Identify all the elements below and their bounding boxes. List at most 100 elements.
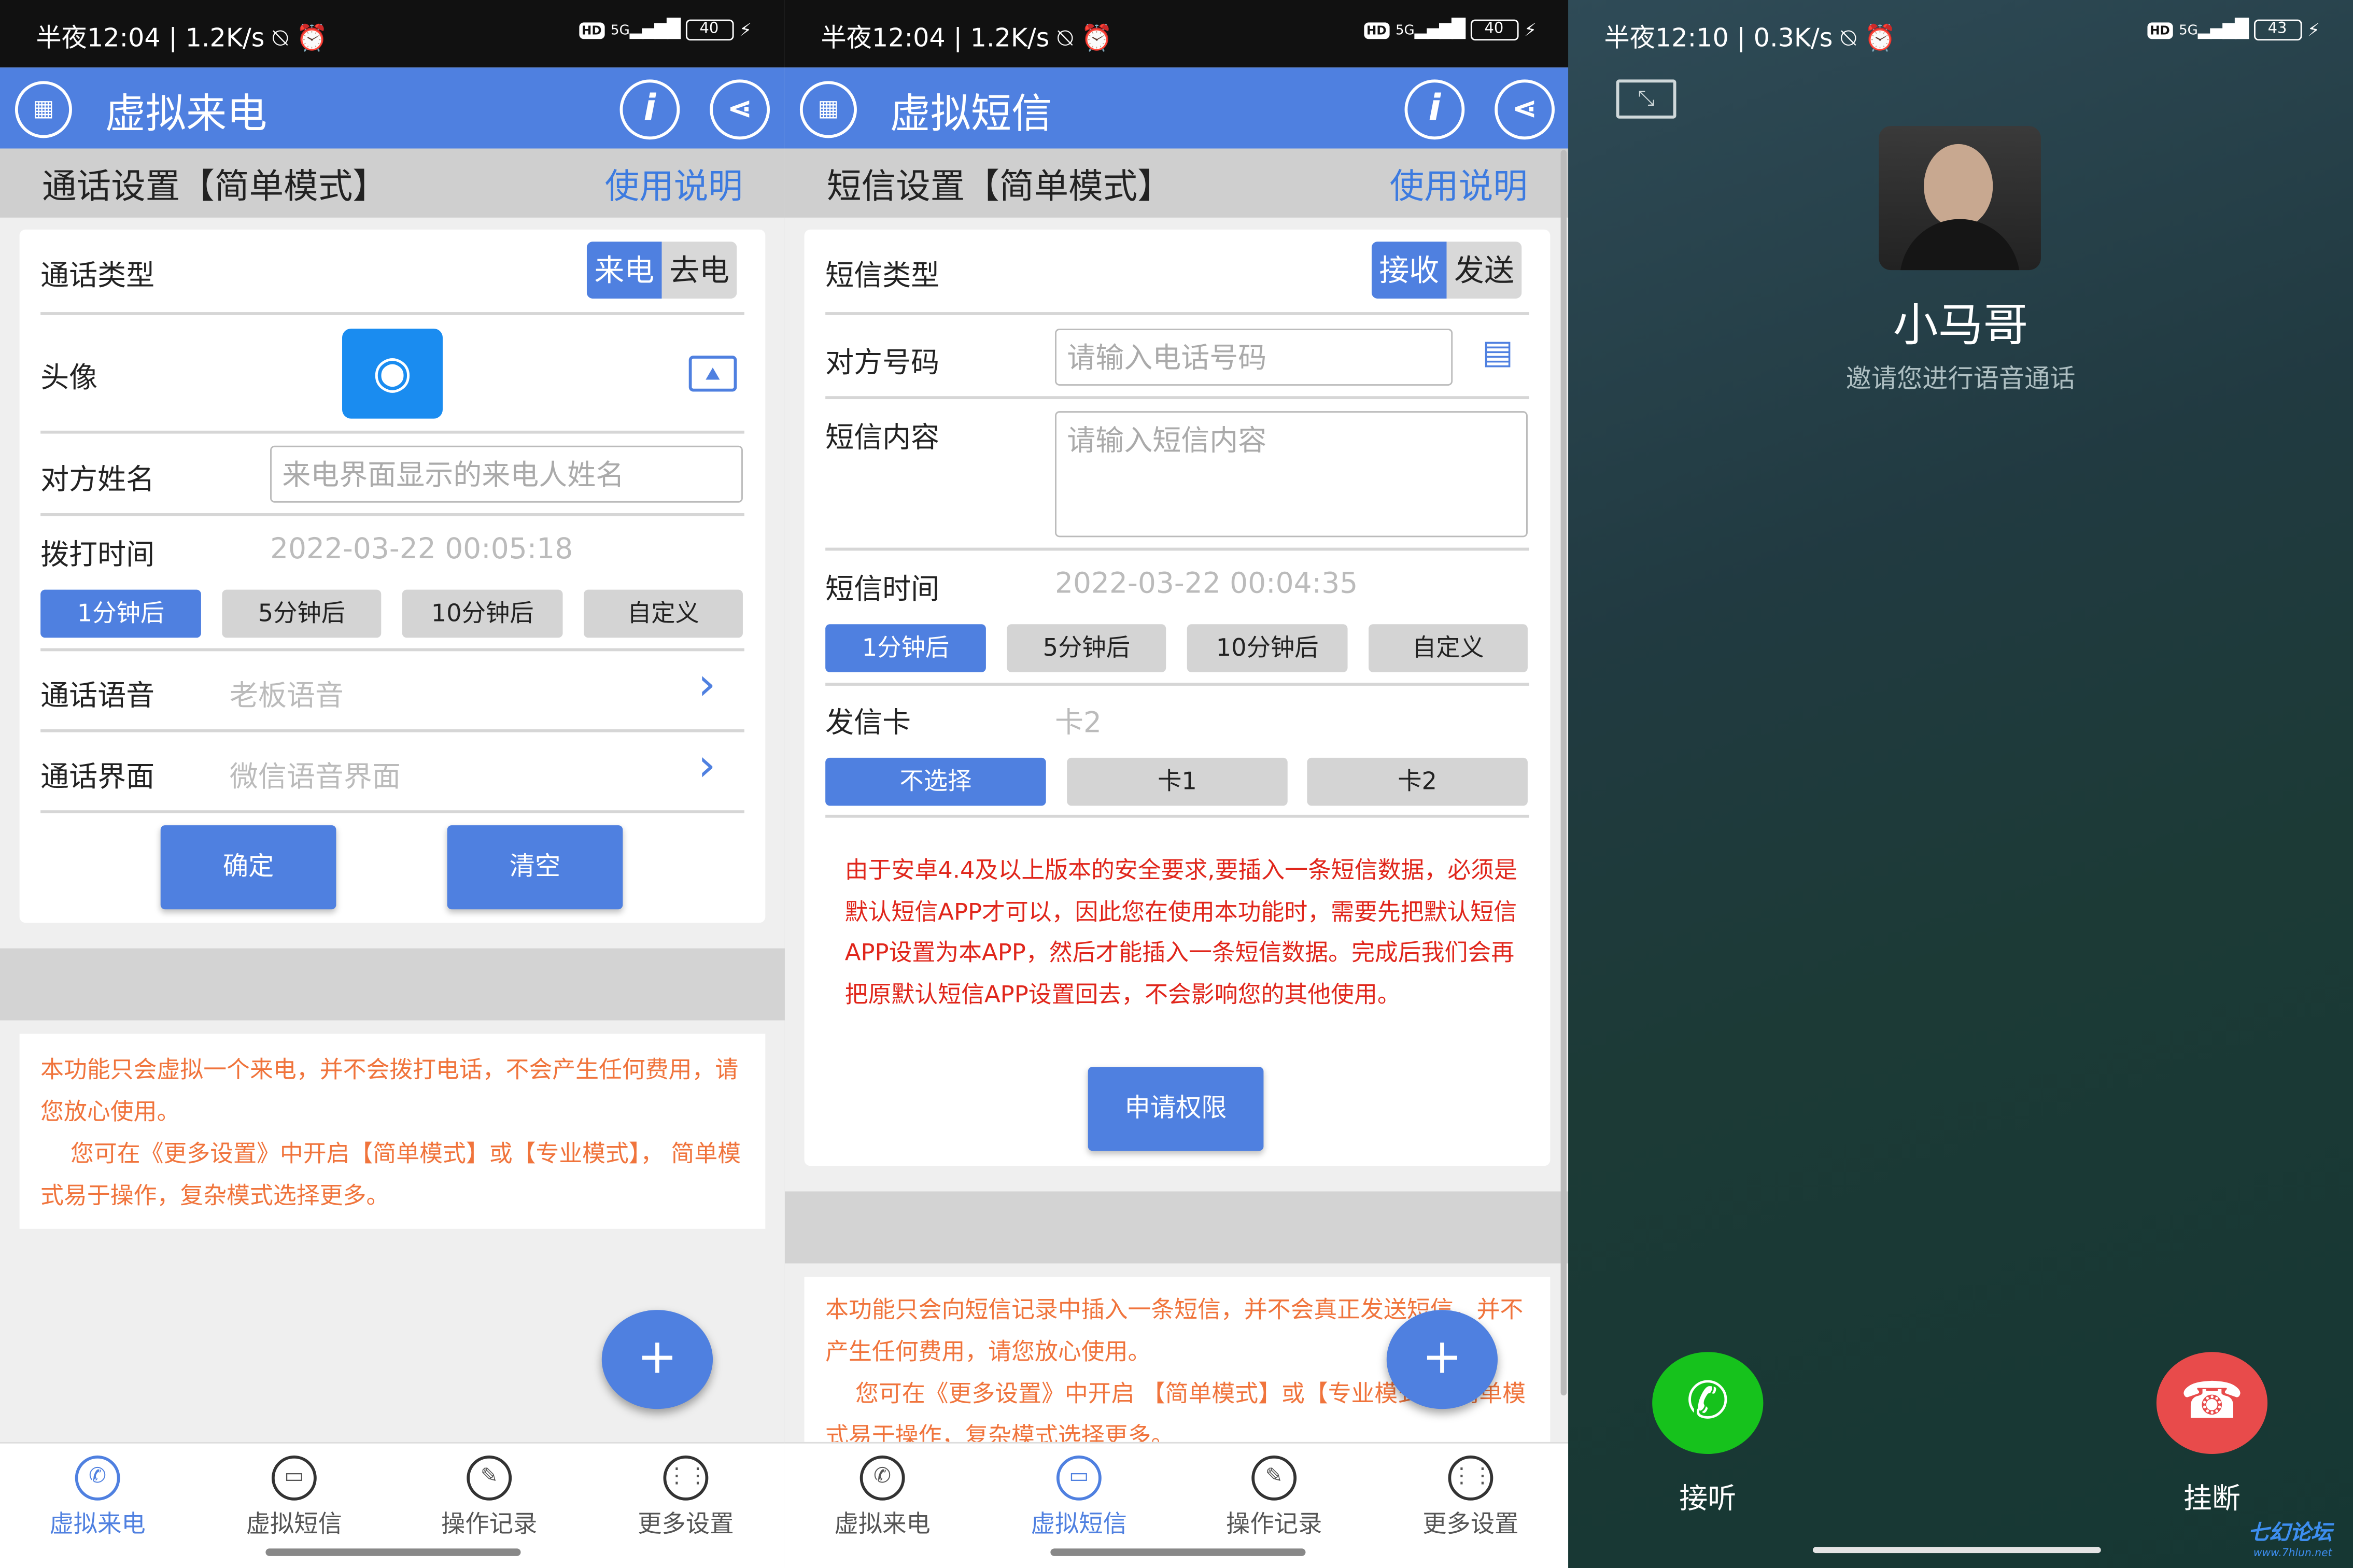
info-note: 本功能只会虚拟一个来电，并不会拨打电话，不会产生任何费用，请您放心使用。 您可在… bbox=[19, 1034, 766, 1229]
tab-more-settings[interactable]: ⋮⋮ 更多设置 bbox=[603, 1455, 768, 1539]
call-type-incoming[interactable]: 来电 bbox=[586, 242, 662, 299]
app-title: 虚拟来电 bbox=[105, 91, 267, 138]
info-icon[interactable]: i bbox=[619, 79, 680, 140]
answer-button[interactable]: ✆ bbox=[1652, 1352, 1764, 1454]
section-header: 短信设置【简单模式】 使用说明 bbox=[784, 148, 1570, 218]
app-logo-icon[interactable]: ▦ bbox=[15, 81, 72, 138]
hangup-label: 挂断 bbox=[2183, 1482, 2241, 1516]
avatar-image[interactable]: ◉ bbox=[342, 328, 443, 419]
hangup-button[interactable]: ☎ bbox=[2156, 1352, 2268, 1454]
content-label: 短信内容 bbox=[825, 421, 940, 455]
tab-sms[interactable]: ▭ 虚拟短信 bbox=[996, 1455, 1161, 1539]
call-type-label: 通话类型 bbox=[40, 259, 155, 293]
call-type-toggle: 来电 去电 bbox=[586, 242, 737, 299]
chevron-right-icon[interactable]: › bbox=[698, 740, 716, 792]
avatar-label: 头像 bbox=[40, 361, 98, 395]
add-fab-button[interactable]: + bbox=[601, 1310, 713, 1409]
sliders-icon: ⋮⋮ bbox=[663, 1455, 709, 1501]
tab-label: 虚拟短信 bbox=[1031, 1509, 1127, 1538]
signal-icon: 5G▂▄▆█ bbox=[2179, 17, 2249, 38]
battery-icon: 40 bbox=[685, 19, 734, 41]
tab-sms[interactable]: ▭ 虚拟短信 bbox=[212, 1455, 376, 1539]
call-type-outgoing[interactable]: 去电 bbox=[661, 242, 737, 299]
clear-button[interactable]: 清空 bbox=[447, 825, 623, 910]
sms-type-label: 短信类型 bbox=[825, 259, 940, 293]
contacts-icon[interactable]: ▤ bbox=[1468, 335, 1528, 383]
status-time: 半夜12:04 | 1.2K/s ⍉ ⏰ bbox=[36, 24, 328, 54]
battery-icon: 43 bbox=[2253, 19, 2302, 41]
tab-label: 虚拟来电 bbox=[834, 1509, 931, 1538]
share-icon[interactable]: ⋖ bbox=[1495, 79, 1555, 140]
forum-watermark: 七幻论坛 www.7hlun.net bbox=[2248, 1523, 2332, 1563]
caller-name-input[interactable]: 来电界面显示的来电人姓名 bbox=[270, 445, 743, 503]
app-bar: ▦ 虚拟短信 i ⋖ bbox=[784, 67, 1570, 149]
phone-icon: ✆ bbox=[1686, 1371, 1729, 1432]
voice-value: 老板语音 bbox=[229, 680, 344, 713]
bottom-tab-bar: ✆ 虚拟来电 ▭ 虚拟短信 ✎ 操作记录 ⋮⋮ 更多设置 bbox=[784, 1442, 1570, 1568]
sms-settings-screen: 半夜12:04 | 1.2K/s ⍉ ⏰ HD 5G▂▄▆█ 40 ⚡ ▦ 虚拟… bbox=[784, 0, 1570, 1568]
sms-type-send[interactable]: 发送 bbox=[1446, 242, 1522, 299]
help-link[interactable]: 使用说明 bbox=[605, 158, 743, 208]
sms-type-receive[interactable]: 接收 bbox=[1371, 242, 1447, 299]
confirm-button[interactable]: 确定 bbox=[160, 825, 336, 910]
share-icon[interactable]: ⋖ bbox=[710, 79, 770, 140]
status-bar: 半夜12:04 | 1.2K/s ⍉ ⏰ HD 5G▂▄▆█ 40 ⚡ bbox=[784, 0, 1570, 68]
request-permission-button[interactable]: 申请权限 bbox=[1088, 1067, 1264, 1151]
sms-content-input[interactable]: 请输入短信内容 bbox=[1055, 411, 1528, 538]
tab-records[interactable]: ✎ 操作记录 bbox=[406, 1455, 571, 1539]
section-header: 通话设置【简单模式】 使用说明 bbox=[0, 148, 785, 218]
home-indicator[interactable] bbox=[264, 1548, 520, 1556]
dial-time-value[interactable]: 2022-03-22 00:05:18 bbox=[270, 533, 573, 566]
sms-type-toggle: 接收 发送 bbox=[1371, 242, 1522, 299]
tab-label: 更多设置 bbox=[1422, 1509, 1519, 1538]
hd-icon: HD bbox=[579, 21, 605, 38]
phone-number-input[interactable]: 请输入电话号码 bbox=[1055, 328, 1453, 386]
section-title: 短信设置【简单模式】 bbox=[827, 168, 1172, 207]
chevron-right-icon[interactable]: › bbox=[698, 659, 716, 711]
number-label: 对方号码 bbox=[825, 346, 940, 380]
sms-settings-card: 短信类型 接收 发送 对方号码 请输入电话号码 ▤ 短信内容 请输入短信内容 短… bbox=[804, 229, 1551, 1166]
name-label: 对方姓名 bbox=[40, 463, 155, 497]
message-icon: ▭ bbox=[271, 1455, 317, 1501]
charging-icon: ⚡ bbox=[1524, 19, 1537, 41]
status-bar: 半夜12:10 | 0.3K/s ⍉ ⏰ HD 5G▂▄▆█ 43 ⚡ bbox=[1568, 0, 2353, 67]
call-subtitle: 邀请您进行语音通话 bbox=[1845, 364, 2076, 395]
add-fab-button[interactable]: + bbox=[1386, 1310, 1498, 1409]
pick-image-icon[interactable]: ⛰ bbox=[688, 356, 737, 392]
minimize-icon[interactable]: ⤡ bbox=[1616, 79, 1676, 119]
sim-card-row bbox=[825, 686, 1529, 818]
bottom-tab-bar: ✆ 虚拟来电 ▭ 虚拟短信 ✎ 操作记录 ⋮⋮ 更多设置 bbox=[0, 1442, 785, 1568]
voice-label: 通话语音 bbox=[40, 680, 155, 713]
phone-icon: ✆ bbox=[860, 1455, 905, 1501]
tab-records[interactable]: ✎ 操作记录 bbox=[1191, 1455, 1356, 1539]
info-icon[interactable]: i bbox=[1404, 79, 1465, 140]
home-indicator[interactable] bbox=[1049, 1548, 1305, 1556]
tab-label: 虚拟短信 bbox=[246, 1509, 343, 1538]
app-title: 虚拟短信 bbox=[890, 91, 1052, 138]
tab-call[interactable]: ✆ 虚拟来电 bbox=[15, 1455, 180, 1539]
hd-icon: HD bbox=[1363, 21, 1390, 38]
help-link[interactable]: 使用说明 bbox=[1390, 158, 1528, 208]
status-time: 半夜12:10 | 0.3K/s ⍉ ⏰ bbox=[1604, 24, 1896, 54]
battery-icon: 40 bbox=[1470, 19, 1518, 41]
scrollbar[interactable] bbox=[1560, 150, 1567, 1396]
signal-icon: 5G▂▄▆█ bbox=[611, 17, 681, 38]
tab-call[interactable]: ✆ 虚拟来电 bbox=[800, 1455, 965, 1539]
message-icon: ▭ bbox=[1056, 1455, 1102, 1501]
call-settings-screen: 半夜12:04 | 1.2K/s ⍉ ⏰ HD 5G▂▄▆█ 40 ⚡ ▦ 虚拟… bbox=[0, 0, 785, 1568]
ui-label: 通话界面 bbox=[40, 760, 155, 794]
network-type: 5G bbox=[611, 23, 630, 38]
caller-name: 小马哥 bbox=[1893, 300, 2028, 353]
dial-time-row bbox=[40, 575, 744, 652]
edit-icon: ✎ bbox=[1251, 1455, 1297, 1501]
home-indicator[interactable] bbox=[1812, 1547, 2101, 1553]
app-logo-icon[interactable]: ▦ bbox=[799, 81, 857, 138]
tab-label: 更多设置 bbox=[638, 1509, 734, 1538]
tab-more-settings[interactable]: ⋮⋮ 更多设置 bbox=[1388, 1455, 1553, 1539]
divider-band bbox=[0, 948, 785, 1021]
note-line-1: 本功能只会虚拟一个来电，并不会拨打电话，不会产生任何费用，请您放心使用。 bbox=[40, 1056, 739, 1126]
incoming-call-screen: 半夜12:10 | 0.3K/s ⍉ ⏰ HD 5G▂▄▆█ 43 ⚡ ⤡ 小马… bbox=[1568, 0, 2353, 1568]
hd-icon: HD bbox=[2147, 21, 2173, 38]
status-time: 半夜12:04 | 1.2K/s ⍉ ⏰ bbox=[821, 24, 1113, 54]
app-bar: ▦ 虚拟来电 i ⋖ bbox=[0, 67, 785, 149]
